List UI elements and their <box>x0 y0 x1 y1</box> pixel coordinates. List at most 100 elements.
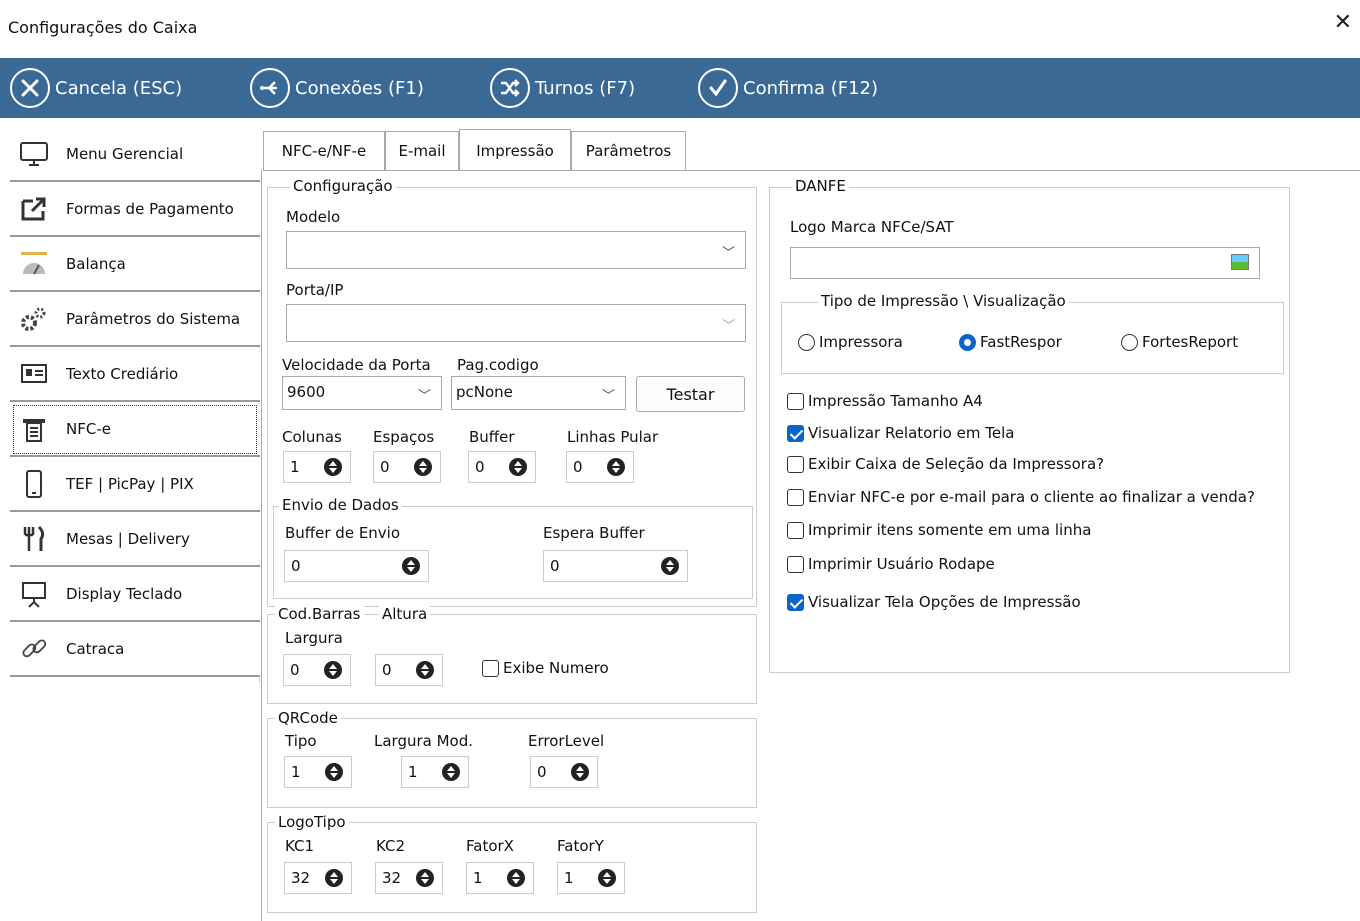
error-level-label: ErrorLevel <box>528 732 605 750</box>
spinner-icon[interactable] <box>324 661 342 679</box>
porta-label: Porta/IP <box>286 281 344 299</box>
buffer-stepper[interactable]: 0 <box>468 451 536 483</box>
buffer-envio-stepper[interactable]: 0 <box>284 550 429 582</box>
spinner-icon[interactable] <box>509 458 527 476</box>
tab-email[interactable]: E-mail <box>385 131 459 170</box>
tab-nfce-nfe[interactable]: NFC-e/NF-e <box>263 131 385 170</box>
check-imprimir-usuario-rodape[interactable]: Imprimir Usuário Rodape <box>787 555 995 573</box>
spinner-icon[interactable] <box>598 869 616 887</box>
spinner-icon[interactable] <box>416 661 434 679</box>
link-icon <box>18 633 50 665</box>
gauge-icon <box>18 248 50 280</box>
connections-label: Conexões (F1) <box>295 77 424 99</box>
velocidade-select[interactable]: 9600 ﹀ <box>282 376 442 410</box>
kc1-stepper[interactable]: 32 <box>284 862 352 894</box>
cancel-label: Cancela (ESC) <box>55 77 183 99</box>
logotipo-group-title: LogoTipo <box>275 813 349 831</box>
check-visualizar-tela-opcoes[interactable]: Visualizar Tela Opções de Impressão <box>787 593 1081 611</box>
chevron-down-icon: ﹀ <box>721 246 735 261</box>
monitor-icon <box>18 138 50 170</box>
check-exibir-caixa-selecao[interactable]: Exibir Caixa de Seleção da Impressora? <box>787 455 1104 473</box>
sidebar: Menu Gerencial Formas de Pagamento Balan… <box>10 127 260 682</box>
check-enviar-email[interactable]: Enviar NFC-e por e-mail para o cliente a… <box>787 488 1255 506</box>
pagcodigo-select[interactable]: pcNone ﹀ <box>451 376 626 410</box>
check-impressao-a4[interactable]: Impressão Tamanho A4 <box>787 392 983 410</box>
buffer-label: Buffer <box>469 428 515 446</box>
shifts-button[interactable]: Turnos (F7) <box>490 66 635 110</box>
sidebar-item-parametros-sistema[interactable]: Parâmetros do Sistema <box>10 292 260 347</box>
linhas-stepper[interactable]: 0 <box>566 451 634 483</box>
config-group-title: Configuração <box>290 177 396 195</box>
fatorx-stepper[interactable]: 1 <box>466 862 534 894</box>
espera-label: Espera Buffer <box>543 524 645 542</box>
kc2-stepper[interactable]: 32 <box>375 862 443 894</box>
fatory-stepper[interactable]: 1 <box>557 862 625 894</box>
connections-button[interactable]: Conexões (F1) <box>250 66 424 110</box>
sidebar-item-display-teclado[interactable]: Display Teclado <box>10 567 260 622</box>
spinner-icon[interactable] <box>442 763 460 781</box>
modelo-label: Modelo <box>286 208 341 226</box>
spinner-icon[interactable] <box>607 458 625 476</box>
shifts-label: Turnos (F7) <box>535 77 636 99</box>
sidebar-item-label: Texto Crediário <box>66 364 179 383</box>
error-level-stepper[interactable]: 0 <box>530 756 598 788</box>
spinner-icon[interactable] <box>325 763 343 781</box>
espacos-stepper[interactable]: 0 <box>373 451 441 483</box>
largura-mod-stepper[interactable]: 1 <box>401 756 469 788</box>
image-browse-icon[interactable] <box>1231 254 1249 270</box>
sidebar-item-formas-pagamento[interactable]: Formas de Pagamento <box>10 182 260 237</box>
spinner-icon[interactable] <box>402 557 420 575</box>
altura-stepper[interactable]: 0 <box>375 654 443 686</box>
cancel-button[interactable]: Cancela (ESC) <box>10 66 182 110</box>
sidebar-item-balanca[interactable]: Balança <box>10 237 260 292</box>
sidebar-item-nfce[interactable]: NFC-e <box>10 402 260 457</box>
tipo-label: Tipo <box>285 732 317 750</box>
sidebar-item-menu-gerencial[interactable]: Menu Gerencial <box>10 127 260 182</box>
phone-icon <box>18 468 50 500</box>
exibe-numero-checkbox[interactable]: Exibe Numero <box>482 659 609 677</box>
espera-stepper[interactable]: 0 <box>543 550 688 582</box>
colunas-stepper[interactable]: 1 <box>283 451 351 483</box>
chevron-down-icon: ﹀ <box>417 389 431 404</box>
modelo-select[interactable]: ﹀ <box>286 231 746 269</box>
sidebar-item-texto-crediario[interactable]: Texto Crediário <box>10 347 260 402</box>
chevron-down-icon: ﹀ <box>721 319 735 334</box>
confirm-label: Confirma (F12) <box>743 77 878 99</box>
spinner-icon[interactable] <box>414 458 432 476</box>
altura-label: Altura <box>379 605 431 623</box>
radio-fastrespor[interactable]: FastRespor <box>959 333 1062 351</box>
spinner-icon[interactable] <box>507 869 525 887</box>
sidebar-item-tef[interactable]: TEF | PicPay | PIX <box>10 457 260 512</box>
close-icon[interactable]: ✕ <box>1334 12 1352 34</box>
check-imprimir-itens-linha[interactable]: Imprimir itens somente em uma linha <box>787 521 1091 539</box>
kc1-label: KC1 <box>285 837 315 855</box>
sidebar-item-label: Display Teclado <box>66 584 183 603</box>
radio-fortesreport[interactable]: FortesReport <box>1121 333 1238 351</box>
logo-input[interactable] <box>790 247 1260 279</box>
spinner-icon[interactable] <box>661 557 679 575</box>
largura-mod-label: Largura Mod. <box>374 732 474 750</box>
spinner-icon[interactable] <box>325 869 343 887</box>
confirm-button[interactable]: Confirma (F12) <box>698 66 878 110</box>
check-visualizar-relatorio[interactable]: Visualizar Relatorio em Tela <box>787 424 1014 442</box>
sidebar-item-catraca[interactable]: Catraca <box>10 622 260 677</box>
id-card-icon <box>18 358 50 390</box>
fatory-label: FatorY <box>557 837 604 855</box>
tab-divider <box>263 170 1360 171</box>
cancel-icon <box>10 68 50 108</box>
export-icon <box>18 193 50 225</box>
spinner-icon[interactable] <box>416 869 434 887</box>
porta-select[interactable]: ﹀ <box>286 304 746 342</box>
testar-button[interactable]: Testar <box>636 376 745 412</box>
tab-parametros[interactable]: Parâmetros <box>571 131 686 170</box>
sidebar-item-mesas-delivery[interactable]: Mesas | Delivery <box>10 512 260 567</box>
tipo-stepper[interactable]: 1 <box>284 756 352 788</box>
spinner-icon[interactable] <box>571 763 589 781</box>
largura-label: Largura <box>285 629 343 647</box>
largura-stepper[interactable]: 0 <box>283 654 351 686</box>
tab-impressao[interactable]: Impressão <box>459 129 571 171</box>
fatorx-label: FatorX <box>466 837 514 855</box>
spinner-icon[interactable] <box>324 458 342 476</box>
tipo-impressao-title: Tipo de Impressão \ Visualização <box>818 292 1069 310</box>
radio-impressora[interactable]: Impressora <box>798 333 903 351</box>
